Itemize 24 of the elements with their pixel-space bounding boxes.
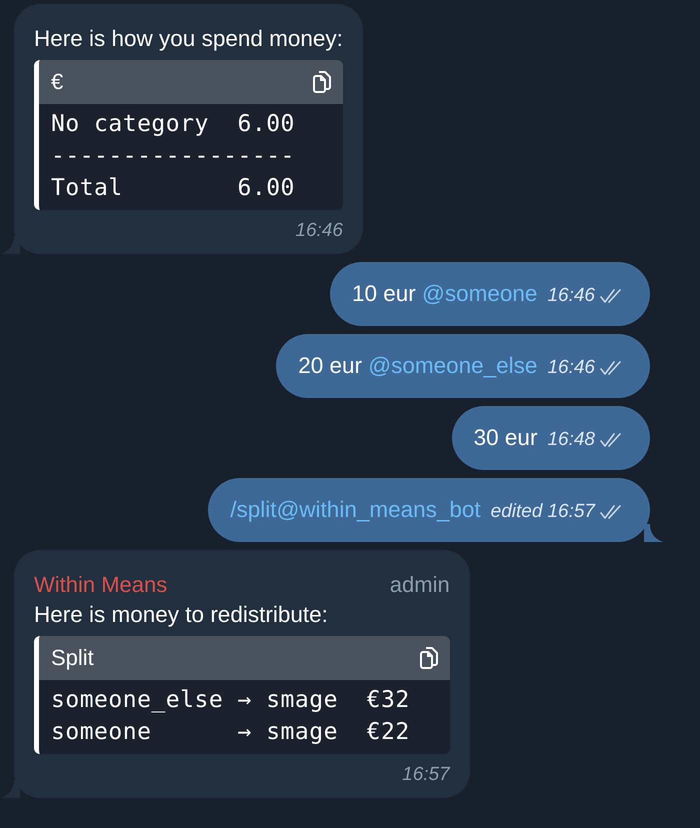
code-line: someone_else → smage €32 xyxy=(51,686,410,715)
message-time: 16:57 xyxy=(547,501,595,523)
code-language: € xyxy=(51,69,64,95)
code-line: No category 6.00 xyxy=(51,110,296,139)
code-line: ----------------- xyxy=(51,142,296,171)
message-time: 16:48 xyxy=(547,429,595,451)
edited-label: edited xyxy=(490,501,542,523)
message-text: Here is money to redistribute: xyxy=(34,601,329,629)
message-text: Here is how you spend money: xyxy=(34,25,343,53)
message-time: 16:46 xyxy=(295,220,343,242)
message-time: 16:46 xyxy=(547,285,595,307)
sender-name: Within Means xyxy=(34,571,168,599)
message-time: 16:57 xyxy=(402,764,450,786)
role-label: admin xyxy=(390,571,450,599)
message-time: 16:46 xyxy=(547,357,595,379)
code-language: Split xyxy=(51,645,94,671)
message-text: 10 eur @someone xyxy=(352,281,538,307)
code-line: Total 6.00 xyxy=(51,174,296,203)
message-text: 20 eur @someone_else xyxy=(298,353,538,379)
code-line: someone → smage €22 xyxy=(51,718,410,747)
message-text: /split@within_means_bot xyxy=(230,497,481,523)
message-text: 30 eur xyxy=(474,425,538,451)
copy-icon[interactable] xyxy=(310,70,333,94)
copy-icon[interactable] xyxy=(418,646,440,670)
